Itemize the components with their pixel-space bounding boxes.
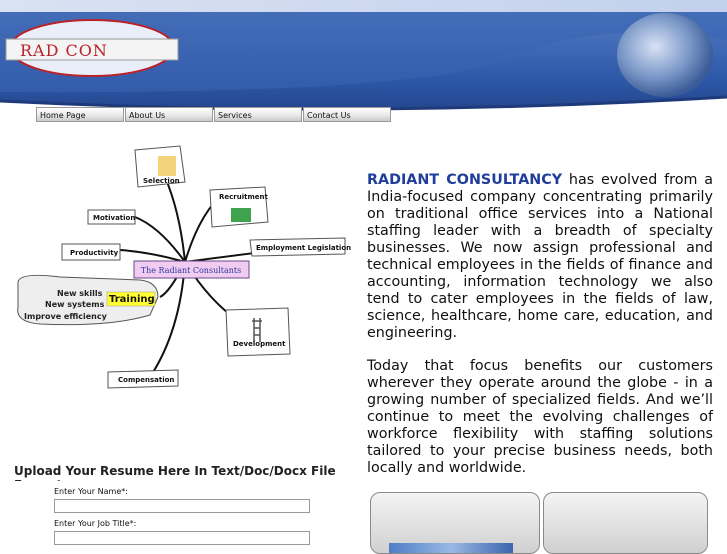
node-training: Training [109, 294, 155, 305]
name-label: Enter Your Name*: [54, 487, 128, 496]
node-new-systems: New systems [45, 300, 105, 309]
upload-title: Upload Your Resume Here In Text/Doc/Docx… [14, 464, 336, 481]
node-selection: Selection [143, 177, 180, 185]
nav-services[interactable]: Services [214, 107, 302, 122]
node-improve-efficiency: Improve efficiency [24, 312, 108, 321]
node-new-skills: New skills [57, 289, 103, 298]
node-motivation: Motivation [93, 214, 135, 222]
node-compensation: Compensation [118, 376, 174, 384]
node-employment-legislation: Employment Legislation [256, 244, 351, 252]
site-logo[interactable]: RAD CON [20, 41, 108, 60]
brand-name: RADIANT CONSULTANCY [367, 172, 563, 188]
node-productivity: Productivity [70, 249, 119, 257]
intro-paragraph-1-text: has evolved from a India-focused company… [367, 172, 713, 341]
checklist-icon [158, 156, 176, 176]
job-title-input[interactable] [54, 531, 310, 545]
recruitment-icon [231, 208, 251, 222]
nav-home[interactable]: Home Page [36, 107, 124, 122]
name-input[interactable] [54, 499, 310, 513]
intro-paragraph-1: RADIANT CONSULTANCY has evolved from a I… [367, 172, 713, 342]
intro-paragraph-2: Today that focus benefits our customers … [367, 358, 713, 476]
mind-map-center: The Radiant Consultants [141, 266, 241, 275]
node-development: Development [233, 340, 286, 348]
node-recruitment: Recruitment [219, 193, 268, 201]
mind-map-diagram: The Radiant Consultants Selection Recrui… [17, 145, 351, 389]
nav-contact[interactable]: Contact Us [303, 107, 391, 122]
intro-content: RADIANT CONSULTANCY has evolved from a I… [367, 172, 713, 493]
globe-icon [617, 13, 713, 97]
nav-about[interactable]: About Us [125, 107, 213, 122]
job-title-label: Enter Your Job Title*: [54, 519, 137, 528]
resume-upload-form: Upload Your Resume Here In Text/Doc/Docx… [14, 464, 354, 545]
main-nav: Home Page About Us Services Contact Us [36, 107, 392, 124]
